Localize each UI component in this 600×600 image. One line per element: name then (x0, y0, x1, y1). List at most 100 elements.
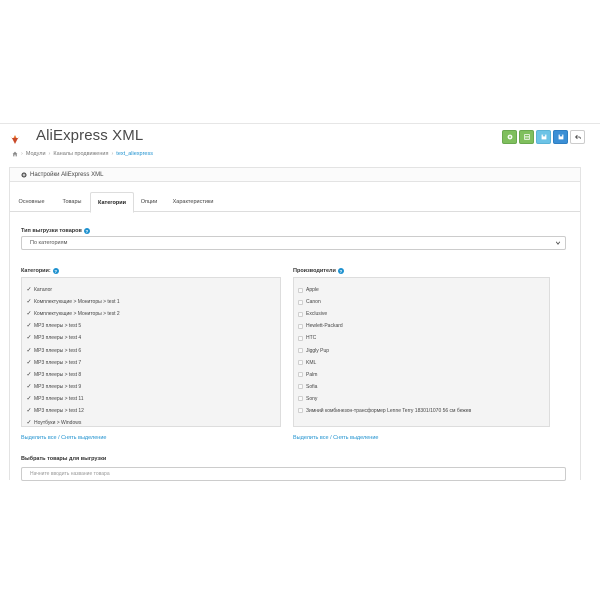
back-arrow-icon (574, 134, 581, 140)
gear-icon (507, 134, 512, 140)
tab-categories[interactable]: Категории (90, 192, 134, 213)
save-icon (541, 134, 546, 140)
categories-label-text: Категории: (21, 268, 51, 274)
checkbox-checked[interactable]: ✓ (26, 372, 32, 378)
export-type-select[interactable]: По категориям (21, 236, 566, 250)
category-item[interactable]: ✓ MP3 плееры > test 9 (22, 381, 280, 393)
categories-label: Категории: ? (21, 268, 59, 274)
checkbox-unchecked[interactable] (298, 384, 303, 390)
manufacturer-item[interactable]: Apple (294, 284, 549, 296)
breadcrumb-item[interactable]: Каналы продвижения (53, 151, 108, 157)
manufacturer-item[interactable]: Sofia (294, 381, 549, 393)
manufacturers-select-all-link[interactable]: Выделить все / Снять выделение (293, 435, 378, 441)
checkbox-unchecked[interactable] (298, 408, 303, 414)
breadcrumb-item[interactable]: Модули (26, 151, 46, 157)
product-search-placeholder: Начните вводить название товара (30, 471, 110, 477)
category-item[interactable]: ✓ Каталог (22, 284, 280, 296)
product-search-input[interactable]: Начните вводить название товара (21, 467, 566, 481)
category-item[interactable]: ✓ MP3 плееры > test 5 (22, 320, 280, 332)
manufacturer-item-label: Sofia (306, 383, 318, 390)
manufacturers-label: Производители ? (293, 268, 344, 274)
manufacturers-list[interactable]: Apple Canon Exclusive Hewlett-Packard HT… (293, 277, 550, 427)
category-item[interactable]: ✓ MP3 плееры > test 11 (22, 393, 280, 405)
export-type-label-text: Тип выгрузки товаров (21, 228, 82, 234)
category-item[interactable]: ✓ MP3 плееры > test 6 (22, 344, 280, 356)
tab-attributes[interactable]: Характеристики (167, 192, 219, 212)
category-item[interactable]: ✓ MP3 плееры > test 8 (22, 369, 280, 381)
checkbox-unchecked[interactable] (298, 311, 303, 317)
checkbox-unchecked[interactable] (298, 348, 303, 354)
table-button[interactable] (519, 130, 534, 144)
category-item[interactable]: ✓ MP3 плееры > test 7 (22, 357, 280, 369)
checkbox-checked[interactable]: ✓ (26, 384, 32, 390)
help-icon[interactable]: ? (337, 268, 344, 274)
checkbox-checked[interactable]: ✓ (26, 360, 32, 366)
category-item-label: MP3 плееры > test 12 (34, 407, 84, 414)
category-item-label: Ноутбуки > Windows (34, 420, 82, 427)
checkbox-checked[interactable]: ✓ (26, 299, 32, 305)
tab-options[interactable]: Опции (136, 192, 162, 212)
checkbox-unchecked[interactable] (298, 396, 303, 402)
manufacturer-item[interactable]: Зимний комбинезон-трансформер Lenne Terr… (294, 405, 549, 417)
checkbox-unchecked[interactable] (298, 360, 303, 366)
gear-icon (21, 171, 27, 178)
checkbox-checked[interactable]: ✓ (26, 408, 32, 414)
home-icon[interactable] (12, 151, 18, 157)
manufacturer-item[interactable]: Hewlett-Packard (294, 320, 549, 332)
help-icon[interactable]: ? (52, 268, 59, 274)
toolbar (502, 130, 585, 144)
breadcrumb-item-current[interactable]: text_aliexpress (116, 151, 153, 157)
checkbox-checked[interactable]: ✓ (26, 335, 32, 341)
checkbox-checked[interactable]: ✓ (26, 287, 32, 293)
category-item[interactable]: ✓ MP3 плееры > test 4 (22, 332, 280, 344)
save-stay-button[interactable] (536, 130, 551, 144)
category-item-label: Комплектующие > Мониторы > test 2 (34, 311, 120, 318)
checkbox-unchecked[interactable] (298, 335, 303, 341)
category-item[interactable]: ✓ Ноутбуки > Windows (22, 417, 280, 427)
product-select-label: Выбрать товары для выгрузки (21, 456, 107, 462)
settings-button[interactable] (502, 130, 517, 144)
chevron-down-icon (555, 241, 561, 245)
panel-title: Настройки AliExpress XML (30, 171, 104, 178)
manufacturer-item[interactable]: HTC (294, 332, 549, 344)
manufacturer-item[interactable]: KML (294, 357, 549, 369)
manufacturer-item[interactable]: Canon (294, 296, 549, 308)
checkbox-checked[interactable]: ✓ (26, 420, 32, 426)
categories-list[interactable]: ✓ Каталог ✓ Комплектующие > Мониторы > tes… (21, 277, 281, 427)
category-item-label: MP3 плееры > test 7 (34, 359, 82, 366)
manufacturer-item[interactable]: Palm (294, 369, 549, 381)
checkbox-checked[interactable]: ✓ (26, 311, 32, 317)
manufacturer-item[interactable]: Exclusive (294, 308, 549, 320)
manufacturer-item[interactable]: Sony (294, 393, 549, 405)
checkbox-checked[interactable]: ✓ (26, 348, 32, 354)
manufacturer-item[interactable]: Jiggly Pup (294, 344, 549, 356)
help-icon[interactable]: ? (83, 228, 90, 234)
categories-select-all-link[interactable]: Выделить все / Снять выделение (21, 435, 106, 441)
checkbox-unchecked[interactable] (298, 287, 303, 293)
manufacturer-item-label: Exclusive (306, 311, 328, 318)
category-item-label: MP3 плееры > test 9 (34, 383, 82, 390)
category-item[interactable]: ✓ Комплектующие > Мониторы > test 2 (22, 308, 280, 320)
checkbox-unchecked[interactable] (298, 323, 303, 329)
category-item[interactable]: ✓ MP3 плееры > test 12 (22, 405, 280, 417)
bottom-blank-area (0, 481, 600, 600)
export-type-label: Тип выгрузки товаров ? (21, 228, 90, 234)
category-item-label: Каталог (34, 287, 53, 294)
checkbox-unchecked[interactable] (298, 299, 303, 305)
export-type-value: По категориям (30, 240, 68, 246)
grid-icon (523, 134, 530, 140)
tab-products[interactable]: Товары (55, 192, 89, 212)
breadcrumb-separator: › (21, 151, 23, 157)
back-button[interactable] (570, 130, 585, 144)
checkbox-unchecked[interactable] (298, 372, 303, 378)
save-icon (558, 134, 563, 140)
manufacturer-item-label: Jiggly Pup (306, 347, 330, 354)
page-title: AliExpress XML (36, 127, 144, 144)
save-button[interactable] (553, 130, 568, 144)
tab-general[interactable]: Основные (14, 192, 49, 212)
checkbox-checked[interactable]: ✓ (26, 396, 32, 402)
breadcrumb: › Модули › Каналы продвижения › text_ali… (12, 151, 153, 157)
checkbox-checked[interactable]: ✓ (26, 323, 32, 329)
category-item[interactable]: ✓ Комплектующие > Мониторы > test 1 (22, 296, 280, 308)
tab-bar: Основные Товары Категории Опции Характер… (10, 190, 580, 213)
